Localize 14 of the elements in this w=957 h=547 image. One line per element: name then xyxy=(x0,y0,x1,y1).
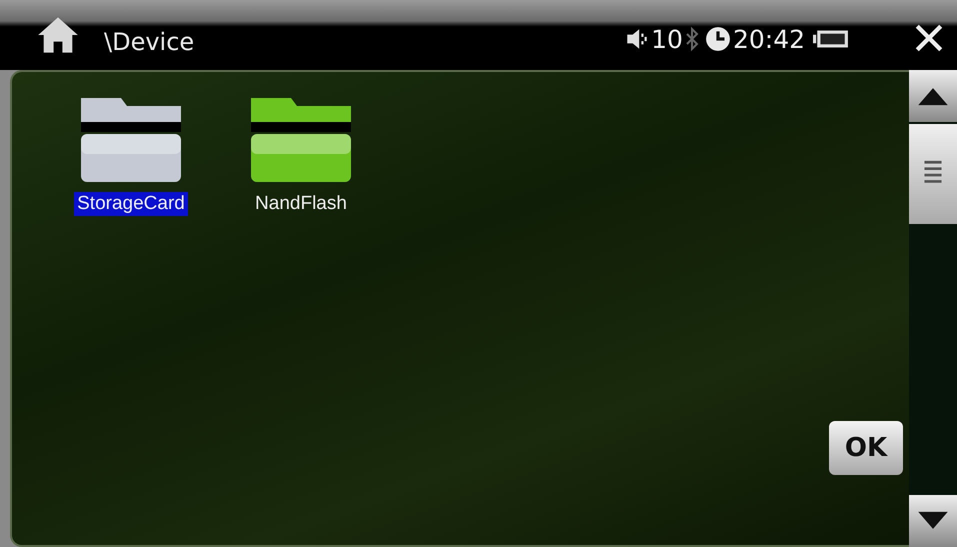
scrollbar[interactable] xyxy=(909,70,957,547)
ok-button[interactable]: OK xyxy=(829,421,903,475)
path-title: \Device xyxy=(104,28,196,56)
scroll-thumb[interactable] xyxy=(909,124,957,224)
volume-level-text: 10 xyxy=(651,24,683,54)
folder-name[interactable]: NandFlash xyxy=(252,192,350,216)
folder-name[interactable]: StorageCard xyxy=(74,192,188,216)
clock-icon[interactable] xyxy=(704,26,731,52)
home-icon[interactable] xyxy=(36,15,80,55)
close-icon[interactable] xyxy=(913,22,945,54)
clock-time: 20:42 xyxy=(732,24,805,54)
scroll-down-button[interactable] xyxy=(909,495,957,547)
scroll-up-button[interactable] xyxy=(909,70,957,122)
bluetooth-icon[interactable] xyxy=(684,26,699,52)
